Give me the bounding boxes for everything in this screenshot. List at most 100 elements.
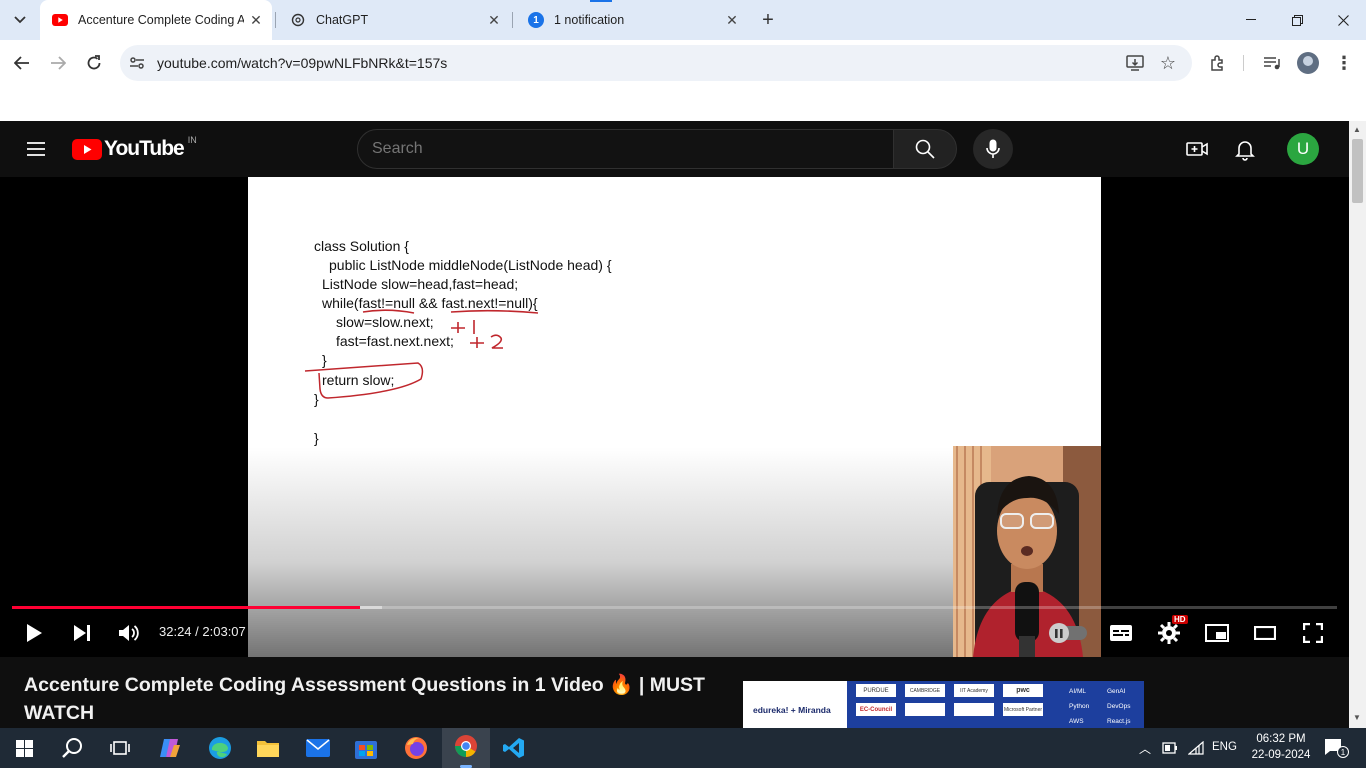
forward-icon[interactable] (42, 47, 74, 79)
wifi-icon[interactable] (1187, 740, 1204, 760)
voice-search-button[interactable] (973, 129, 1013, 169)
scrollbar-thumb[interactable] (1352, 139, 1363, 203)
ad-tags-col1: AI/ML Python AWS (1069, 684, 1089, 728)
settings-button[interactable]: HD (1149, 615, 1189, 649)
ad-logo: PURDUE (856, 684, 896, 697)
tab-notification[interactable]: 1 1 notification ✕ (516, 0, 748, 40)
chrome-icon[interactable] (454, 734, 478, 763)
subtitles-button[interactable] (1101, 617, 1141, 649)
hamburger-menu-icon[interactable] (24, 137, 48, 161)
search-input[interactable] (372, 138, 872, 160)
video-player[interactable]: class Solution { public ListNode middleN… (0, 177, 1349, 657)
file-explorer-icon[interactable] (252, 732, 284, 764)
edge-browser-icon[interactable] (204, 732, 236, 764)
show-hidden-icons-icon[interactable]: ︿ (1139, 740, 1151, 757)
volume-icon (119, 625, 139, 641)
browser-menu-icon[interactable]: ⋮ (1328, 47, 1360, 79)
windows-taskbar: ︿ ENG 06:32 PM 22-09-2024 1 (0, 728, 1366, 768)
page-scrollbar[interactable]: ▲ ▼ (1349, 121, 1366, 728)
scroll-up-icon[interactable]: ▲ (1353, 125, 1361, 134)
chrome-taskbar-active[interactable] (442, 728, 490, 768)
mail-icon[interactable] (302, 732, 334, 764)
youtube-logo[interactable]: YouTube IN (72, 135, 197, 161)
ad-tags-col2: GenAI DevOps React.js (1107, 684, 1130, 728)
tab-chatgpt[interactable]: ChatGPT ✕ (278, 0, 510, 40)
close-tab-icon[interactable]: ✕ (482, 8, 506, 32)
windows-start-icon[interactable] (8, 732, 40, 764)
tab-divider (275, 12, 276, 28)
site-info-icon[interactable] (128, 54, 146, 72)
video-info-area: Accenture Complete Coding Assessment Que… (0, 657, 1349, 728)
play-icon (27, 624, 42, 642)
close-tab-icon[interactable]: ✕ (244, 8, 268, 32)
ad-tag: AI/ML (1069, 688, 1086, 695)
notification-count: 1 (1337, 746, 1349, 758)
total-time: 2:03:07 (202, 624, 246, 639)
copilot-icon[interactable] (154, 732, 186, 764)
time-display: 32:24 / 2:03:07 (159, 624, 246, 639)
ad-logo: CAMBRIDGE (905, 684, 945, 697)
notification-favicon-icon: 1 (528, 12, 544, 28)
play-button[interactable] (14, 617, 54, 649)
next-button[interactable] (62, 617, 102, 649)
url-text[interactable]: youtube.com/watch?v=09pwNLFbNRk&t=157s (157, 55, 447, 71)
media-control-icon[interactable] (1256, 47, 1288, 79)
youtube-logo-icon (72, 138, 102, 160)
tab-search-chevron-icon[interactable] (4, 4, 36, 36)
back-icon[interactable] (6, 47, 38, 79)
reload-icon[interactable] (78, 47, 110, 79)
autoplay-toggle[interactable] (1049, 617, 1089, 649)
progress-played (12, 606, 361, 609)
address-bar[interactable]: youtube.com/watch?v=09pwNLFbNRk&t=157s ☆ (120, 45, 1192, 81)
ad-tag: GenAI (1107, 688, 1126, 695)
extensions-icon[interactable] (1202, 47, 1234, 79)
ad-tag: AWS (1069, 718, 1084, 725)
tab-divider (512, 12, 513, 28)
bookmark-star-icon[interactable]: ☆ (1152, 47, 1184, 79)
bookmarks-bar-area (0, 86, 1366, 121)
fullscreen-button[interactable] (1293, 617, 1333, 649)
ad-content-area: PURDUE CAMBRIDGE IIT Academy pwc EC-Coun… (847, 681, 1144, 728)
install-app-icon[interactable] (1119, 47, 1151, 79)
restore-icon[interactable] (1274, 0, 1320, 40)
ad-logo: IIT Academy (954, 684, 994, 697)
youtube-header: YouTube IN U (0, 121, 1349, 177)
create-video-icon[interactable] (1185, 137, 1209, 161)
user-avatar[interactable]: U (1287, 133, 1319, 165)
task-view-icon[interactable] (104, 732, 136, 764)
vscode-icon[interactable] (498, 732, 530, 764)
profile-avatar-icon[interactable] (1297, 52, 1319, 74)
search-button[interactable] (893, 129, 957, 169)
taskbar-search-icon[interactable] (56, 732, 88, 764)
search-box[interactable] (357, 129, 894, 169)
scroll-down-icon[interactable]: ▼ (1353, 713, 1361, 722)
current-time: 32:24 (159, 624, 192, 639)
clock-time: 06:32 PM (1256, 733, 1306, 745)
clock[interactable]: 06:32 PM 22-09-2024 (1248, 731, 1314, 763)
theater-mode-button[interactable] (1245, 617, 1285, 649)
action-center-icon[interactable]: 1 (1324, 738, 1349, 761)
miniplayer-button[interactable] (1197, 617, 1237, 649)
tab-youtube[interactable]: Accenture Complete Coding As ✕ (40, 0, 272, 40)
ad-tag: React.js (1107, 718, 1131, 725)
close-window-icon[interactable] (1320, 0, 1366, 40)
pen-annotations (304, 309, 539, 399)
new-tab-icon[interactable]: + (752, 4, 784, 36)
subtitles-icon (1110, 625, 1132, 641)
ad-logo: pwc (1003, 684, 1043, 697)
search-icon (915, 139, 935, 159)
ad-brand-text: edureka! + Miranda (753, 705, 831, 715)
battery-icon[interactable] (1162, 741, 1178, 759)
language-indicator[interactable]: ENG (1212, 741, 1237, 753)
tab-title: 1 notification (554, 13, 625, 27)
notifications-bell-icon[interactable] (1233, 137, 1257, 161)
tab-title: ChatGPT (316, 13, 369, 27)
close-tab-icon[interactable]: ✕ (720, 8, 744, 32)
ad-tag: DevOps (1107, 703, 1131, 710)
ad-logo-emblem (954, 703, 994, 716)
minimize-icon[interactable] (1228, 0, 1274, 40)
ad-banner[interactable]: edureka! + Miranda PURDUE CAMBRIDGE IIT … (743, 681, 1144, 728)
microsoft-store-icon[interactable] (350, 732, 382, 764)
volume-button[interactable] (109, 617, 149, 649)
firefox-icon[interactable] (400, 732, 432, 764)
